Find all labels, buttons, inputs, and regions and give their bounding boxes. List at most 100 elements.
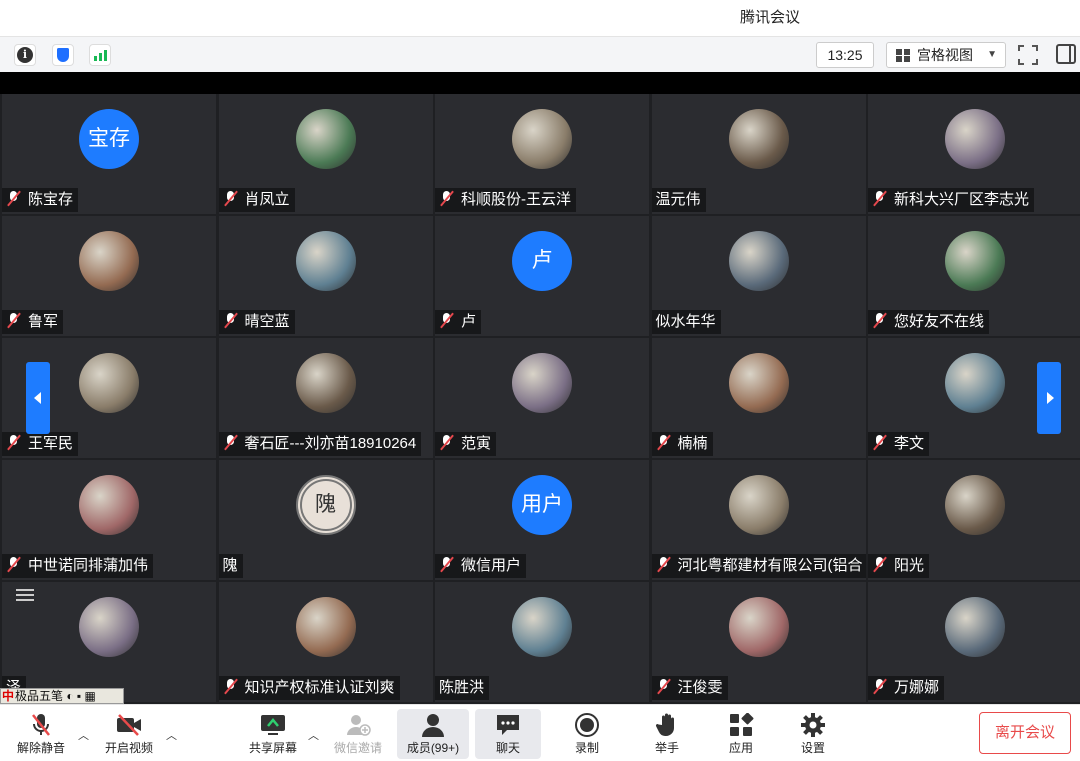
participant-name-tag: 新科大兴厂区李志光 bbox=[868, 188, 1035, 212]
participant-name: 陈胜洪 bbox=[439, 679, 485, 696]
apps-icon bbox=[730, 713, 754, 736]
participant-name: 隗 bbox=[222, 557, 238, 574]
avatar bbox=[945, 475, 1005, 535]
avatar bbox=[79, 231, 139, 291]
participant-name: 奢石匠---刘亦苗18910264 bbox=[244, 435, 417, 452]
chat-button[interactable]: 聊天 bbox=[475, 709, 541, 759]
window-title: 腾讯会议 bbox=[739, 9, 800, 26]
members-button[interactable]: 成员(99+) bbox=[397, 709, 469, 759]
mic-off-icon bbox=[656, 556, 672, 572]
apps-button[interactable]: 应用 bbox=[705, 709, 777, 759]
participant-name-tag: 您好友不在线 bbox=[868, 310, 990, 334]
leave-meeting-button[interactable]: 离开会议 bbox=[979, 712, 1071, 754]
mic-off-icon bbox=[6, 312, 22, 328]
participant-name: 阳光 bbox=[894, 557, 925, 574]
list-icon[interactable] bbox=[8, 582, 42, 608]
share-screen-button[interactable]: 共享屏幕 bbox=[237, 709, 309, 759]
avatar: 隗 bbox=[295, 475, 356, 535]
mic-off-icon bbox=[872, 556, 888, 572]
mic-off-icon bbox=[872, 312, 888, 328]
participant-name: 肖凤立 bbox=[244, 191, 290, 208]
avatar bbox=[79, 597, 139, 657]
participant-tile[interactable]: 晴空蓝 bbox=[218, 216, 433, 336]
side-panel-icon[interactable] bbox=[1056, 44, 1076, 64]
meeting-timer: 13:25 bbox=[816, 42, 874, 68]
participant-name-tag: 科顺股份-王云洋 bbox=[435, 188, 576, 212]
wechat-invite-button[interactable]: 微信邀请 bbox=[322, 709, 394, 759]
participant-tile[interactable]: 汪俊雯 bbox=[651, 582, 866, 702]
participant-tile[interactable]: 河北粤都建材有限公司(铝合 bbox=[651, 460, 866, 580]
participant-tile[interactable]: 奢石匠---刘亦苗18910264 bbox=[218, 338, 433, 458]
participant-name: 陈宝存 bbox=[28, 191, 74, 208]
participant-name-tag: 知识产权标准认证刘爽 bbox=[218, 676, 400, 700]
participant-tile[interactable]: 新科大兴厂区李志光 bbox=[868, 94, 1080, 214]
participant-name-tag: 隗 bbox=[218, 554, 243, 578]
audio-options-chevron-icon[interactable]: ︿ bbox=[78, 727, 89, 743]
avatar: 卢 bbox=[512, 231, 572, 291]
participant-name: 微信用户 bbox=[461, 557, 522, 574]
avatar bbox=[512, 109, 572, 169]
participant-tile[interactable]: 万娜娜 bbox=[868, 582, 1080, 702]
fullscreen-icon[interactable] bbox=[1018, 45, 1038, 65]
participant-tile[interactable]: 宝存 陈宝存 bbox=[2, 94, 216, 214]
participant-name-tag: 陈宝存 bbox=[2, 188, 79, 212]
ime-status-bar[interactable]: 中极品五笔 ◐ ▪ ▦ bbox=[0, 688, 124, 704]
participant-tile[interactable]: 您好友不在线 bbox=[868, 216, 1080, 336]
record-label: 录制 bbox=[574, 741, 599, 755]
participant-tile[interactable]: 楠楠 bbox=[651, 338, 866, 458]
avatar bbox=[945, 109, 1005, 169]
avatar bbox=[295, 109, 356, 169]
mic-off-icon bbox=[439, 434, 455, 450]
participant-name: 汪俊雯 bbox=[677, 679, 723, 696]
ime-name: 极品五笔 bbox=[15, 689, 64, 703]
mic-off-icon bbox=[656, 678, 672, 694]
avatar bbox=[79, 475, 139, 535]
members-label: 成员(99+) bbox=[406, 741, 460, 755]
participant-tile[interactable]: 卢卢 bbox=[435, 216, 649, 336]
record-button[interactable]: 录制 bbox=[551, 709, 623, 759]
participant-tile[interactable]: 鲁军 bbox=[2, 216, 216, 336]
participant-name-tag: 中世诺同排蒲加伟 bbox=[2, 554, 154, 578]
participant-tile[interactable]: 中世诺同排蒲加伟 bbox=[2, 460, 216, 580]
participant-name-tag: 微信用户 bbox=[435, 554, 527, 578]
participant-name: 卢 bbox=[461, 313, 477, 330]
participant-name-tag: 王军民 bbox=[2, 432, 79, 456]
participant-name-tag: 肖凤立 bbox=[218, 188, 295, 212]
start-video-button[interactable]: 开启视频 bbox=[93, 709, 165, 759]
participant-tile[interactable]: 肖凤立 bbox=[218, 94, 433, 214]
members-icon bbox=[422, 714, 444, 737]
shield-icon[interactable] bbox=[52, 44, 74, 66]
avatar bbox=[945, 353, 1005, 413]
raise-hand-button[interactable]: 举手 bbox=[631, 709, 703, 759]
participant-name-tag: 李文 bbox=[868, 432, 930, 456]
participant-tile[interactable]: 用户 微信用户 bbox=[435, 460, 649, 580]
participant-tile[interactable]: 温元伟 bbox=[651, 94, 866, 214]
settings-button[interactable]: 设置 bbox=[777, 709, 849, 759]
participant-tile[interactable]: 阳光 bbox=[868, 460, 1080, 580]
mic-off-icon bbox=[32, 714, 50, 736]
participant-tile[interactable]: 范寅 bbox=[435, 338, 649, 458]
next-page-button[interactable] bbox=[1037, 362, 1061, 434]
mic-off-icon bbox=[223, 434, 239, 450]
info-icon[interactable]: i bbox=[14, 44, 36, 66]
participant-name-tag: 万娜娜 bbox=[868, 676, 945, 700]
participant-name-tag: 范寅 bbox=[435, 432, 497, 456]
share-options-chevron-icon[interactable]: ︿ bbox=[308, 727, 319, 743]
video-options-chevron-icon[interactable]: ︿ bbox=[166, 727, 177, 743]
view-mode-label: 宫格视图 bbox=[917, 47, 973, 63]
view-mode-dropdown[interactable]: 宫格视图 ▼ bbox=[886, 42, 1006, 68]
avatar bbox=[79, 353, 139, 413]
participant-tile[interactable]: 陈胜洪 bbox=[435, 582, 649, 702]
participant-tile[interactable]: 似水年华 bbox=[651, 216, 866, 336]
avatar bbox=[728, 353, 789, 413]
participant-name: 知识产权标准认证刘爽 bbox=[244, 679, 395, 696]
unmute-button[interactable]: 解除静音 bbox=[5, 709, 77, 759]
chevron-left-icon bbox=[34, 392, 41, 404]
chat-label: 聊天 bbox=[495, 741, 520, 755]
signal-icon[interactable] bbox=[89, 44, 111, 66]
participant-name-tag: 楠楠 bbox=[651, 432, 713, 456]
prev-page-button[interactable] bbox=[26, 362, 50, 434]
participant-tile[interactable]: 科顺股份-王云洋 bbox=[435, 94, 649, 214]
participant-tile[interactable]: 知识产权标准认证刘爽 bbox=[218, 582, 433, 702]
participant-tile[interactable]: 隗隗 bbox=[218, 460, 433, 580]
